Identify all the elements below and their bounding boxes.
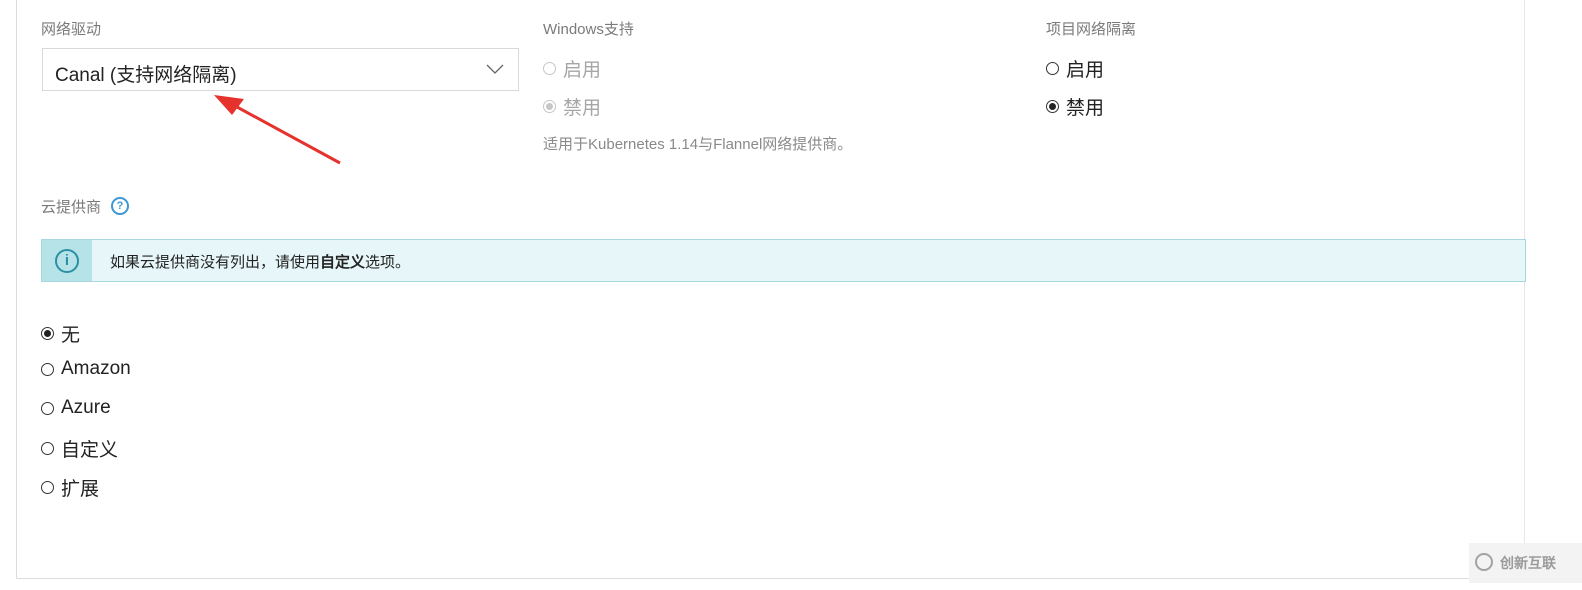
project-isolation-option-enable[interactable]: 启用: [1046, 55, 1104, 82]
project-isolation-disable-label: 禁用: [1066, 98, 1105, 119]
radio-icon: [41, 481, 54, 494]
network-driver-value: Canal (支持网络隔离): [55, 65, 237, 86]
info-icon-box: i: [42, 240, 92, 281]
cloud-provider-custom-label: 自定义: [61, 440, 119, 461]
panel-right-border: [1524, 0, 1525, 579]
cloud-provider-option-amazon[interactable]: Amazon: [41, 358, 131, 380]
network-driver-label: 网络驱动: [41, 21, 102, 38]
project-isolation-label: 项目网络隔离: [1046, 21, 1137, 38]
panel-left-border: [16, 0, 17, 578]
radio-icon: [543, 62, 556, 75]
windows-support-option-enable[interactable]: 启用: [543, 55, 601, 82]
cloud-provider-option-extension[interactable]: 扩展: [41, 474, 99, 501]
cloud-provider-label: 云提供商: [41, 199, 102, 216]
annotation-arrow-icon: [214, 95, 341, 165]
windows-support-disable-label: 禁用: [563, 98, 602, 119]
cloud-provider-option-custom[interactable]: 自定义: [41, 435, 118, 462]
windows-support-enable-label: 启用: [563, 60, 602, 81]
cloud-provider-option-none[interactable]: 无: [41, 320, 80, 347]
cloud-provider-none-label: 无: [61, 325, 81, 346]
info-text-before: 如果云提供商没有列出，请使用: [110, 254, 321, 271]
panel-bottom-border: [16, 578, 1524, 579]
help-icon[interactable]: ?: [111, 197, 129, 215]
watermark-logo-icon: [1475, 553, 1493, 571]
radio-checked-icon: [41, 327, 54, 340]
radio-icon: [1046, 62, 1059, 75]
cloud-provider-option-azure[interactable]: Azure: [41, 397, 111, 419]
windows-support-option-disable[interactable]: 禁用: [543, 93, 601, 120]
info-icon: i: [55, 249, 79, 273]
radio-checked-icon: [543, 100, 556, 113]
info-text-bold: 自定义: [320, 254, 366, 271]
windows-support-help: 适用于Kubernetes 1.14与Flannel网络提供商。: [543, 136, 853, 153]
radio-checked-icon: [1046, 100, 1059, 113]
radio-icon: [41, 442, 54, 455]
cloud-provider-azure-label: Azure: [61, 397, 111, 418]
watermark: 创新互联: [1469, 543, 1582, 583]
radio-icon: [41, 401, 54, 415]
watermark-text: 创新互联: [1500, 555, 1556, 571]
radio-icon: [41, 362, 54, 376]
cloud-provider-extension-label: 扩展: [61, 479, 100, 500]
info-text-after: 选项。: [365, 254, 411, 271]
info-banner-text: 如果云提供商没有列出，请使用自定义选项。: [110, 251, 410, 272]
cloud-provider-amazon-label: Amazon: [61, 358, 131, 379]
windows-support-label: Windows支持: [543, 21, 634, 38]
project-isolation-enable-label: 启用: [1066, 60, 1105, 81]
chevron-down-icon: [486, 64, 504, 74]
project-isolation-option-disable[interactable]: 禁用: [1046, 93, 1104, 120]
info-banner: i 如果云提供商没有列出，请使用自定义选项。: [41, 239, 1526, 282]
